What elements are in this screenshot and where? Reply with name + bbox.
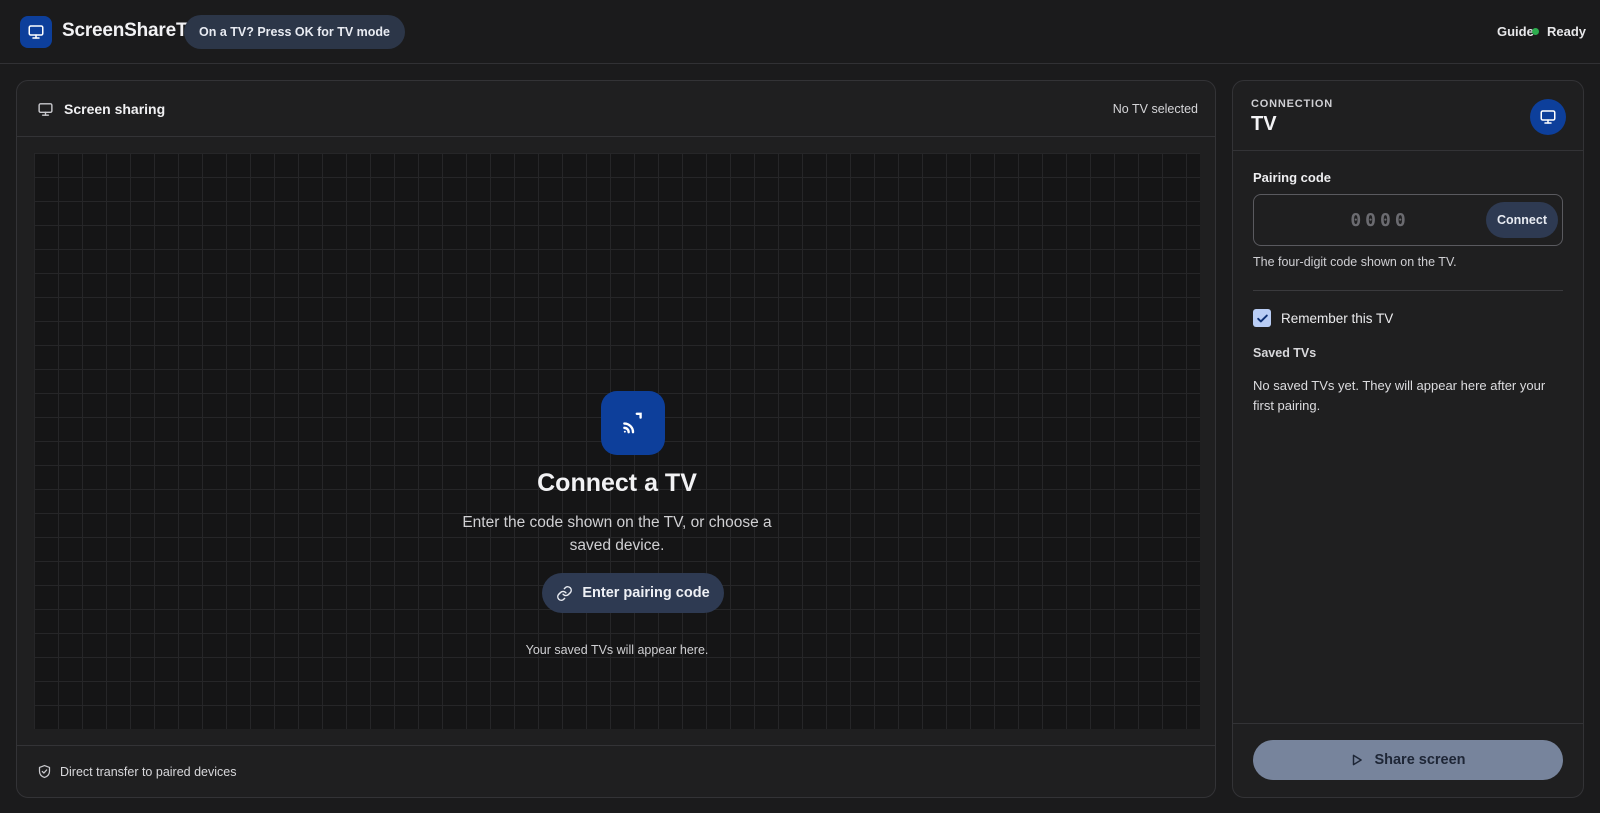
app-logo[interactable] — [20, 16, 52, 48]
screen-sharing-panel: Screen sharing No TV selected Connect a … — [16, 80, 1216, 798]
pairing-code-input[interactable] — [1255, 196, 1485, 244]
stage-note: Your saved TVs will appear here. — [525, 643, 709, 657]
status-text: Ready — [1547, 24, 1587, 39]
check-icon — [1256, 314, 1268, 322]
tv-mode-hint-button[interactable]: On a TV? Press OK for TV mode — [184, 15, 406, 49]
status-dot — [1532, 28, 1539, 35]
connect-button[interactable]: Connect — [1486, 202, 1558, 238]
connection-footer: Share screen — [1233, 723, 1583, 797]
share-screen-label: Share screen — [1374, 752, 1466, 768]
selection-status: No TV selected — [1112, 102, 1198, 116]
monitor-icon — [1540, 110, 1556, 124]
app-title: ScreenShareTV — [62, 20, 200, 41]
divider — [1253, 290, 1563, 291]
enter-pairing-code-button[interactable]: Enter pairing code — [542, 573, 724, 613]
footer-text: Direct transfer to paired devices — [60, 765, 237, 779]
pairing-code-box: Connect — [1253, 194, 1563, 246]
saved-tvs-empty-message: No saved TVs yet. They will appear here … — [1253, 378, 1546, 413]
guide-link[interactable]: Guide — [1497, 24, 1534, 39]
share-screen-button[interactable]: Share screen — [1253, 740, 1563, 780]
play-icon — [1353, 754, 1363, 766]
stage-subtitle: Enter the code shown on the TV, or choos… — [462, 514, 772, 554]
stage-heading: Connect a TV — [537, 469, 697, 497]
connection-header: CONNECTION TV — [1233, 81, 1583, 151]
cast-tile — [601, 391, 665, 455]
tv-badge — [1530, 99, 1566, 135]
connection-eyebrow: CONNECTION — [1251, 98, 1333, 110]
remember-tv-label[interactable]: Remember this TV — [1281, 311, 1393, 326]
link-icon — [557, 585, 573, 601]
remember-tv-checkbox[interactable] — [1253, 309, 1271, 327]
preview-stage: Connect a TV Enter the code shown on the… — [34, 153, 1200, 729]
app-header: ScreenShareTV On a TV? Press OK for TV m… — [0, 0, 1600, 64]
panel-footer: Direct transfer to paired devices — [17, 745, 1215, 797]
panel-title: Screen sharing — [64, 101, 166, 117]
panel-header: Screen sharing No TV selected — [17, 81, 1215, 137]
connection-title: TV — [1251, 113, 1277, 135]
pairing-code-help: The four-digit code shown on the TV. — [1253, 255, 1457, 269]
saved-tvs-heading: Saved TVs — [1253, 346, 1317, 360]
enter-pairing-code-label: Enter pairing code — [582, 585, 710, 601]
shield-check-icon — [38, 764, 51, 779]
pairing-code-label: Pairing code — [1253, 170, 1332, 185]
cast-icon — [623, 412, 642, 434]
connection-panel: CONNECTION TV Pairing code Connect The f… — [1232, 80, 1584, 798]
monitor-icon — [28, 25, 44, 39]
monitor-icon — [38, 103, 53, 116]
